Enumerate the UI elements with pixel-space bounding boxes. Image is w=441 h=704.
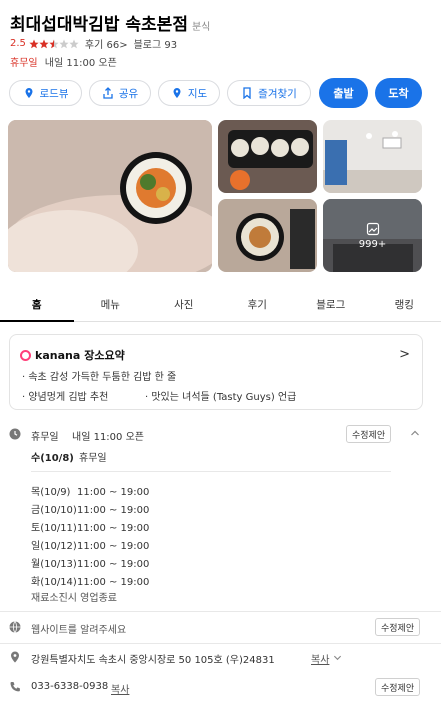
tab-reviews[interactable]: 후기 [221,288,295,321]
phone-copy-link[interactable]: 복사 [111,681,129,696]
roadview-button[interactable]: 로드뷰 [9,80,82,106]
photo-3[interactable] [323,120,422,193]
place-title: 최대섭대박김밥 속초본점 분식 [10,10,210,35]
rating-stars [29,39,79,49]
star-full-icon [29,39,39,48]
divider [0,611,441,612]
address-text: 강원특별자치도 속초시 중앙시장로 50 105호 (우)24831 [31,655,275,666]
photo-more[interactable]: 999+ [323,199,422,272]
hours-row: 목(10/9) 11:00 ~ 19:00 [31,487,150,498]
favorite-label: 즐겨찾기 [258,87,297,100]
status-closed: 휴무일 [10,58,38,69]
phone-edit-button[interactable]: 수정제안 [375,678,421,696]
more-photos-count: 999+ [358,238,387,250]
website-prompt[interactable]: 웹사이트를 알려주세요 [31,621,126,636]
kanana-logo-icon [20,349,31,361]
status-detail: 내일 11:00 오픈 [44,58,117,69]
photo-gallery-icon [366,222,379,235]
hours-status: 휴무일 [31,432,59,443]
tab-photos[interactable]: 사진 [147,288,221,321]
location-pin-icon [25,88,32,98]
bookmark-icon [243,87,251,99]
map-label: 지도 [187,87,208,100]
chevron-up-icon[interactable] [410,428,420,438]
blog-link[interactable]: 블로그 93 [134,36,178,51]
summary-header: kanana 장소요약 [20,347,125,363]
map-button[interactable]: 지도 [158,80,220,106]
summary-bullet: · 속초 감성 가득한 두툼한 김밥 한 줄 [22,372,177,383]
share-label: 공유 [118,87,139,100]
divider [0,643,441,644]
map-pin-icon [173,88,181,98]
chevron-right-icon: > [399,347,410,362]
favorite-button[interactable]: 즐겨찾기 [227,80,311,106]
star-half-icon [49,39,59,48]
today-label: 수(10/8) [31,453,74,464]
tab-ranking[interactable]: 랭킹 [368,288,441,321]
star-empty-icon [59,39,69,48]
more-photos-overlay[interactable]: 999+ [323,199,422,272]
globe-icon [9,621,21,633]
place-summary-card[interactable]: kanana 장소요약 > · 속초 감성 가득한 두툼한 김밥 한 줄 · 양… [9,334,423,410]
kimbap-plate-image [218,120,317,193]
chevron-down-icon[interactable] [333,653,342,662]
share-button[interactable]: 공유 [89,80,151,106]
store-interior-image [323,120,422,193]
place-name: 최대섭대박김밥 속초본점 [10,15,188,35]
tab-bar: 홈 메뉴 사진 후기 블로그 랭킹 [0,288,441,322]
photo-4[interactable] [218,199,317,272]
rating-value: 2.5 [10,38,26,49]
website-edit-button[interactable]: 수정제안 [375,618,421,636]
kimbap-closeup-image [218,199,317,272]
hours-row: 토(10/11)11:00 ~ 19:00 [31,523,150,534]
hours-edit-button[interactable]: 수정제안 [346,425,392,443]
tab-blog[interactable]: 블로그 [294,288,368,321]
kanana-brand: kanana [35,348,81,362]
summary-bullet: · 양념멍게 김밥 추천 [22,392,109,403]
reviews-link[interactable]: 후기 66> [85,36,128,51]
share-icon [103,87,113,99]
tab-home[interactable]: 홈 [0,288,74,322]
location-pin-icon [11,651,19,663]
hours-note: 재료소진시 영업종료 [31,593,117,604]
star-empty-icon [69,39,79,48]
arrive-button[interactable]: 도착 [375,78,422,108]
address-copy-link[interactable]: 복사 [311,651,329,666]
phone-icon [10,682,20,692]
summary-bullet: · 맛있는 녀석들 (Tasty Guys) 언급 [145,392,297,403]
hours-row: 화(10/14)11:00 ~ 19:00 [31,577,150,588]
rating-row: 2.5 후기 66> 블로그 93 [10,36,177,51]
main-photo[interactable] [8,120,212,272]
open-status: 휴무일 내일 11:00 오픈 [10,54,117,69]
place-category: 분식 [191,22,211,33]
kimbap-hand-image [8,120,212,272]
star-full-icon [39,39,49,48]
summary-title: 장소요약 [84,349,125,362]
depart-button[interactable]: 출발 [319,78,368,108]
hours-status-detail: 내일 11:00 오픈 [72,432,144,443]
tab-menu[interactable]: 메뉴 [74,288,148,321]
phone-number[interactable]: 033-6338-0938 [31,681,108,692]
clock-icon [9,428,21,440]
roadview-label: 로드뷰 [39,87,69,100]
hours-row: 월(10/13)11:00 ~ 19:00 [31,559,150,570]
today-status: 휴무일 [79,453,107,464]
divider [31,471,391,472]
hours-row: 일(10/12)11:00 ~ 19:00 [31,541,150,552]
hours-row: 금(10/10)11:00 ~ 19:00 [31,505,150,516]
photo-2[interactable] [218,120,317,193]
